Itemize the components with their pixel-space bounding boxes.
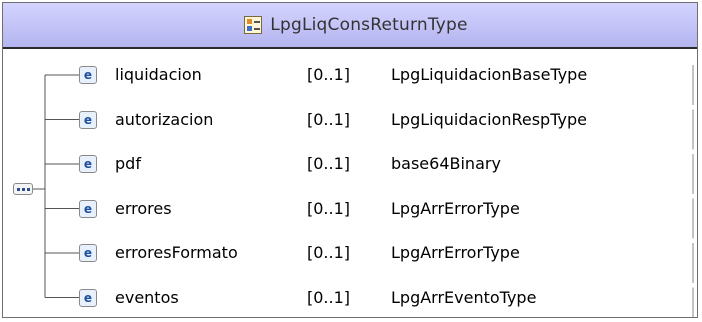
element-icon: e <box>79 155 97 173</box>
element-row: e erroresFormato [0..1] LpgArrErrorType <box>3 239 697 267</box>
element-type: LpgLiquidacionBaseType <box>391 65 588 84</box>
element-row: e eventos [0..1] LpgArrEventoType <box>3 284 697 312</box>
element-name: pdf <box>115 154 141 173</box>
element-row: e pdf [0..1] base64Binary <box>3 150 697 178</box>
element-cardinality: [0..1] <box>307 198 351 218</box>
element-cardinality: [0..1] <box>307 65 351 84</box>
complex-type-box: LpgLiqConsReturnType e liquidacion [0..1] L… <box>2 2 698 318</box>
element-cardinality: [0..1] <box>307 154 351 173</box>
element-icon: e <box>79 110 97 129</box>
element-name: eventos <box>115 287 179 307</box>
element-cardinality: [0..1] <box>307 109 351 129</box>
element-name: autorizacion <box>115 109 214 129</box>
element-icon: e <box>79 199 97 218</box>
element-type: LpgArrErrorType <box>391 243 520 262</box>
element-type: LpgLiquidacionRespType <box>391 109 587 129</box>
element-cardinality: [0..1] <box>307 243 351 262</box>
element-cardinality: [0..1] <box>307 287 351 307</box>
element-row: e liquidacion [0..1] LpgLiquidacionBaseType <box>3 61 697 89</box>
element-icon: e <box>79 244 97 262</box>
element-row: e errores [0..1] LpgArrErrorType <box>3 195 697 223</box>
element-name: errores <box>115 198 172 218</box>
element-icon: e <box>79 288 97 307</box>
element-type: LpgArrErrorType <box>391 198 520 218</box>
element-type: base64Binary <box>391 154 501 173</box>
element-type: LpgArrEventoType <box>391 287 537 307</box>
element-icon: e <box>79 66 97 84</box>
element-name: erroresFormato <box>115 243 238 262</box>
sequence-icon <box>13 183 33 195</box>
element-name: liquidacion <box>115 65 202 84</box>
element-row: e autorizacion [0..1] LpgLiquidacionRespTyp… <box>3 106 697 134</box>
